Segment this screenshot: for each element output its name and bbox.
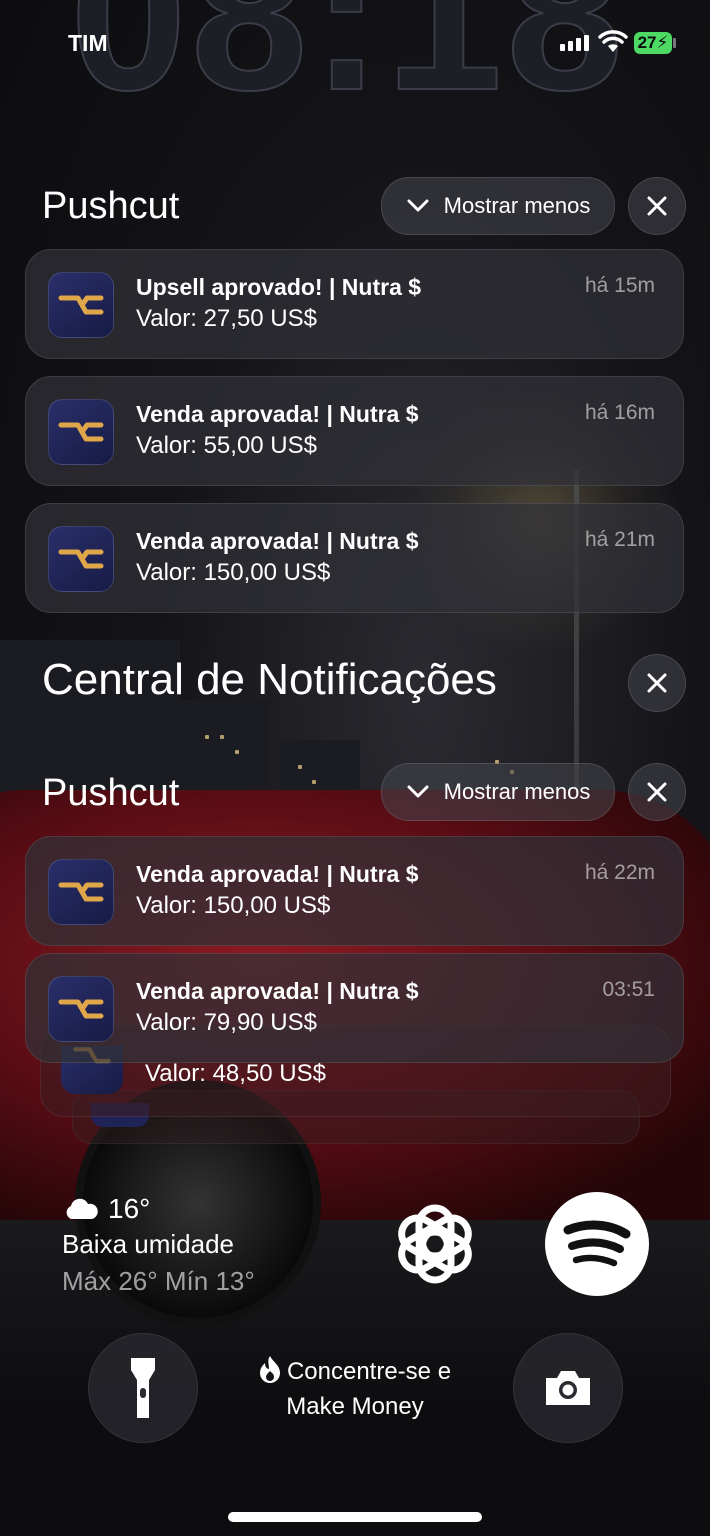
flame-icon [259,1356,280,1383]
battery-icon: 27 ⚡ [634,32,672,54]
show-less-button[interactable]: Mostrar menos [381,763,615,821]
pushcut-app-icon [48,526,114,592]
clear-group-button[interactable] [628,763,686,821]
chevron-down-icon [407,785,429,798]
chevron-down-icon [407,199,429,212]
show-less-button[interactable]: Mostrar menos [381,177,615,235]
notification-title: Upsell aprovado! | Nutra $ [136,274,422,300]
flashlight-button[interactable] [88,1333,198,1443]
notification-card[interactable]: Venda aprovada! | Nutra $ Valor: 55,00 U… [25,376,684,486]
spotify-icon [563,1220,631,1267]
weather-condition: Baixa umidade [62,1229,234,1259]
pushcut-app-icon [48,399,114,465]
show-less-label: Mostrar menos [443,779,591,804]
notification-body: Valor: 55,00 US$ [136,432,317,459]
notification-card[interactable]: Venda aprovada! | Nutra $ Valor: 79,90 U… [25,953,684,1063]
flashlight-icon [131,1358,155,1418]
notification-title: Venda aprovada! | Nutra $ [136,528,419,554]
clear-group-button[interactable] [628,177,686,235]
notification-title: Venda aprovada! | Nutra $ [136,401,419,427]
notification-time: 03:51 [602,978,655,1001]
pushcut-app-icon [48,859,114,925]
notification-time: há 16m [584,401,655,424]
close-icon [647,196,667,216]
notification-title: Venda aprovada! | Nutra $ [136,978,419,1004]
notification-body: Valor: 48,50 US$ [145,1060,326,1087]
weather-temperature: 16° [108,1193,151,1224]
group-app-title: Pushcut [42,772,180,814]
notification-card[interactable]: Upsell aprovado! | Nutra $ Valor: 27,50 … [25,249,684,359]
chatgpt-widget[interactable] [383,1192,487,1296]
focus-line2: Make Money [286,1393,424,1420]
close-icon [647,782,667,802]
pushcut-app-icon [48,976,114,1042]
spotify-widget[interactable] [545,1192,649,1296]
weather-widget[interactable]: 16° Baixa umidade Máx 26° Mín 13° [62,1193,255,1297]
notification-body: Valor: 150,00 US$ [136,559,331,586]
notification-card[interactable]: Venda aprovada! | Nutra $ Valor: 150,00 … [25,503,684,613]
carrier-label: TIM [68,30,108,56]
notification-title: Venda aprovada! | Nutra $ [136,861,419,887]
notification-body: Valor: 150,00 US$ [136,892,331,919]
focus-mode-label[interactable]: Concentre-se e Make Money [230,1354,480,1424]
weather-minmax: Máx 26° Mín 13° [62,1266,255,1296]
notification-body: Valor: 27,50 US$ [136,305,317,332]
notification-time: há 15m [584,274,655,297]
show-less-label: Mostrar menos [443,193,591,218]
focus-line1: Concentre-se e [286,1358,452,1385]
notification-time: há 22m [584,861,655,884]
cellular-signal-icon [560,35,589,51]
camera-icon [546,1371,590,1405]
notification-time: há 21m [584,528,655,551]
group-app-title: Pushcut [42,185,180,227]
status-bar: TIM 27 ⚡ [0,0,710,90]
camera-button[interactable] [513,1333,623,1443]
close-icon [647,673,667,693]
battery-level: 27 [637,33,657,52]
chatgpt-icon [398,1204,472,1284]
home-indicator[interactable] [228,1512,482,1522]
wifi-icon [598,30,628,52]
notification-center-title: Central de Notificações [42,655,497,704]
cloud-icon [66,1198,98,1219]
notification-card[interactable]: Venda aprovada! | Nutra $ Valor: 150,00 … [25,836,684,946]
notification-body: Valor: 79,90 US$ [136,1009,317,1036]
pushcut-app-icon [48,272,114,338]
clear-all-button[interactable] [628,654,686,712]
